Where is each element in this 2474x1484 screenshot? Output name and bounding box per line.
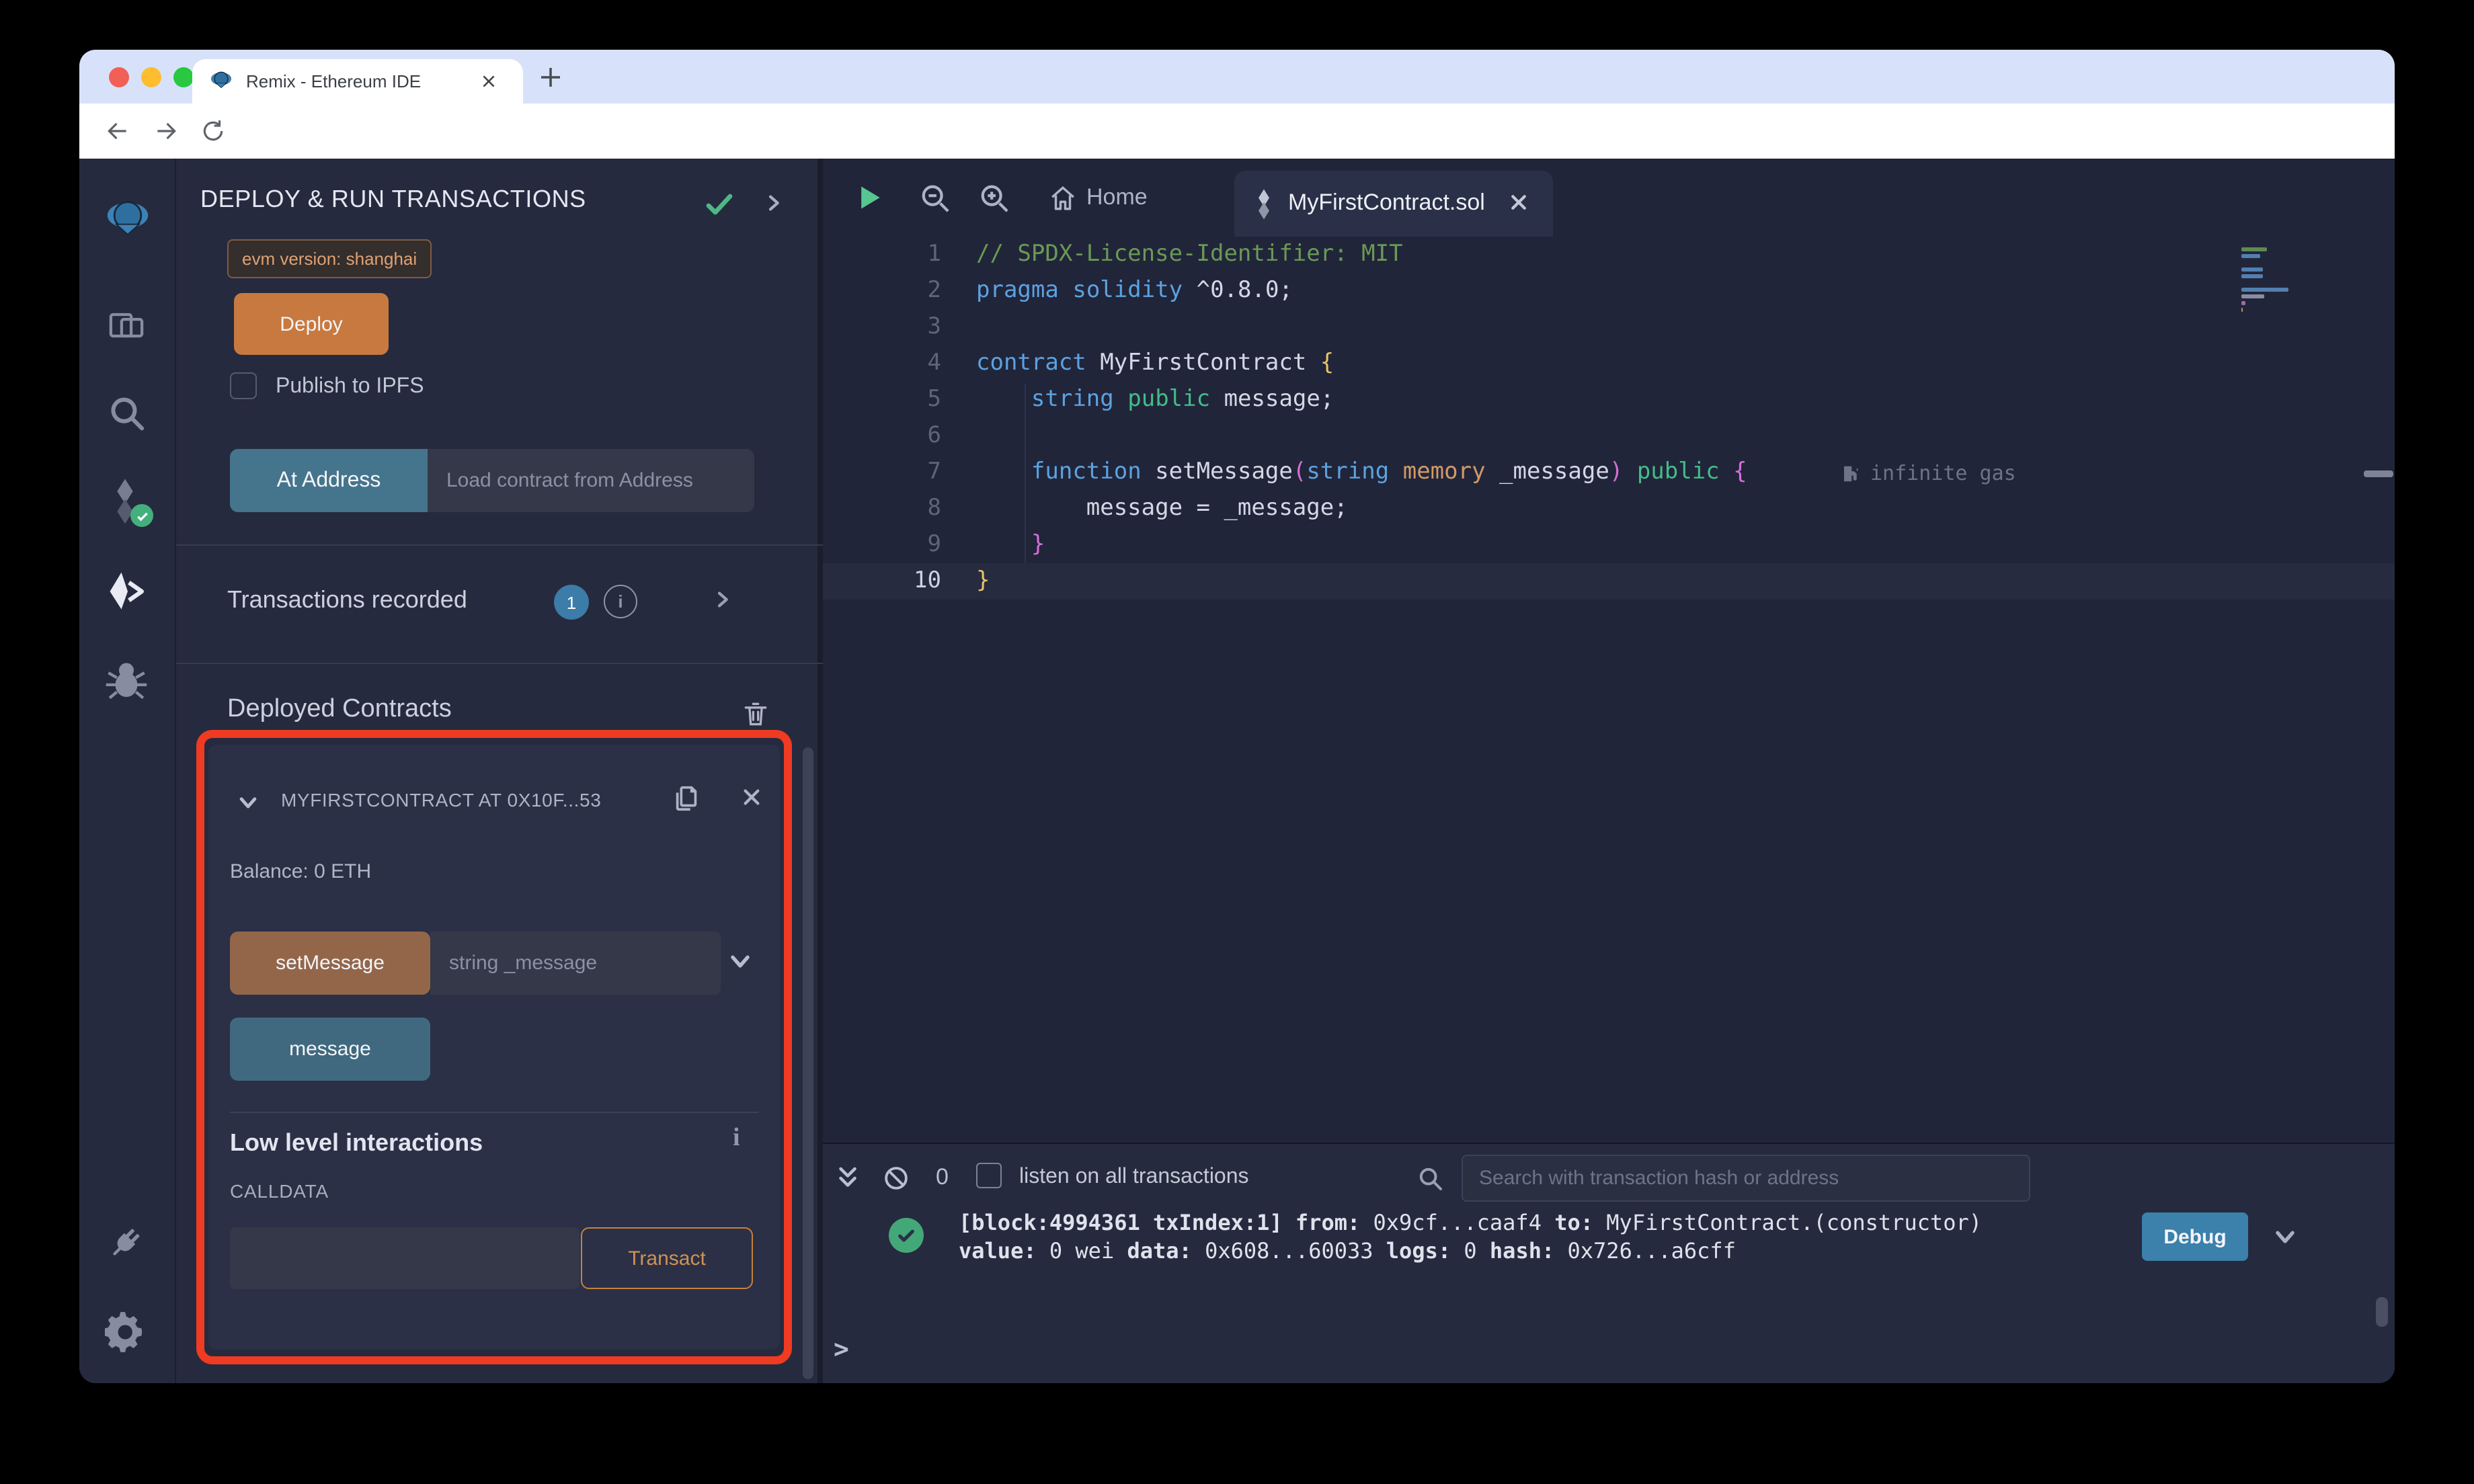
listen-all-label: listen on all transactions	[1019, 1165, 1249, 1188]
line-numbers: 1 2 3 4 5 6 7 8 9 10	[914, 241, 941, 594]
debug-button[interactable]: Debug	[2142, 1212, 2248, 1261]
transactions-count-badge: 1	[554, 585, 589, 620]
settings-gear-icon[interactable]	[105, 1311, 151, 1356]
search-plugin-icon[interactable]	[105, 393, 151, 438]
browser-tabstrip: Remix - Ethereum IDE	[79, 50, 2395, 104]
terminal-prompt[interactable]: >	[834, 1335, 849, 1364]
expand-args-chevron-icon[interactable]	[727, 948, 753, 973]
home-tab-label[interactable]: Home	[1086, 184, 1148, 211]
annotation-highlight-box: MYFIRSTCONTRACT AT 0X10F...53 Balance: 0…	[196, 730, 792, 1364]
terminal: 0 listen on all transactions [block:4994…	[823, 1143, 2395, 1383]
clear-console-icon[interactable]	[882, 1164, 910, 1192]
active-file-tab[interactable]: MyFirstContract.sol	[1234, 171, 1553, 237]
calldata-input[interactable]	[230, 1227, 580, 1289]
terminal-search-input[interactable]	[1462, 1155, 2030, 1202]
code-editor[interactable]: 1 2 3 4 5 6 7 8 9 10 // SPDX-License-Identifier: …	[823, 237, 2395, 1143]
deployed-contract-card: MYFIRSTCONTRACT AT 0X10F...53 Balance: 0…	[208, 745, 780, 1350]
transactions-info-icon[interactable]: i	[604, 585, 637, 618]
terminal-collapse-icon[interactable]	[834, 1164, 862, 1192]
panel-divider-2	[176, 663, 823, 664]
screen: Remix - Ethereum IDE DEPLOY & RUN TRANSA…	[0, 0, 2474, 1484]
tab-title: Remix - Ethereum IDE	[246, 71, 422, 91]
clear-contracts-trash-icon[interactable]	[741, 699, 770, 729]
editor-scrollbar-thumb[interactable]	[2364, 470, 2393, 477]
editor-column: Home MyFirstContract.sol 123456789 10 //…	[823, 159, 2395, 1383]
deploy-run-icon[interactable]	[105, 569, 151, 614]
remix-app: DEPLOY & RUN TRANSACTIONS evm version: s…	[79, 159, 2395, 1383]
gas-estimate-note: infinite gas	[1841, 461, 2016, 485]
copy-address-icon[interactable]	[671, 782, 702, 813]
pending-tx-count: 0	[936, 1164, 949, 1190]
tab-close-icon[interactable]	[480, 73, 497, 90]
gas-pump-icon	[1844, 465, 1859, 481]
debugger-icon[interactable]	[105, 657, 151, 703]
panel-scrollbar[interactable]	[803, 747, 813, 1379]
plugin-manager-icon[interactable]	[105, 1221, 151, 1266]
editor-tabbar: Home MyFirstContract.sol	[823, 159, 2395, 237]
terminal-search-icon	[1417, 1165, 1444, 1192]
browser-window: Remix - Ethereum IDE DEPLOY & RUN TRANSA…	[79, 50, 2395, 1383]
tx-success-check-icon	[889, 1218, 924, 1253]
transact-button[interactable]: Transact	[581, 1227, 753, 1289]
compiled-check-icon	[130, 504, 153, 527]
contract-collapse-chevron-icon[interactable]	[237, 790, 260, 813]
traffic-close-button[interactable]	[109, 67, 129, 87]
evm-version-badge: evm version: shanghai	[227, 239, 432, 278]
remove-contract-icon[interactable]	[741, 786, 762, 808]
panel-divider	[176, 544, 823, 546]
file-explorer-icon[interactable]	[105, 304, 151, 349]
set-message-input[interactable]	[430, 932, 721, 995]
new-tab-button[interactable]	[536, 63, 565, 91]
card-divider	[230, 1112, 758, 1113]
message-getter-button[interactable]: message	[230, 1018, 430, 1081]
low-level-info-icon[interactable]: i	[733, 1124, 740, 1153]
reload-icon[interactable]	[200, 118, 226, 144]
back-icon[interactable]	[105, 118, 130, 144]
browser-toolbar: remix.ethereum.org/#lang=en&optimize=fal…	[79, 104, 2395, 207]
at-address-button[interactable]: At Address	[230, 449, 428, 512]
home-tab-icon[interactable]	[1049, 184, 1077, 212]
terminal-scrollbar-thumb[interactable]	[2376, 1297, 2388, 1327]
panel-title: DEPLOY & RUN TRANSACTIONS	[200, 186, 586, 212]
browser-tab[interactable]: Remix - Ethereum IDE	[192, 59, 523, 104]
deploy-run-panel: DEPLOY & RUN TRANSACTIONS evm version: s…	[176, 159, 823, 1383]
publish-ipfs-label: Publish to IPFS	[276, 375, 424, 398]
transactions-recorded-label: Transactions recorded	[227, 586, 467, 613]
tx-log-line-1[interactable]: [block:4994361 txIndex:1] from: 0x9cf...…	[959, 1208, 1995, 1237]
zoom-in-icon[interactable]	[979, 183, 1010, 214]
tx-log-line-2[interactable]: value: 0 wei data: 0x608...60033 logs: 0…	[959, 1237, 1736, 1265]
listen-all-checkbox[interactable]	[976, 1163, 1002, 1188]
deployed-contracts-label: Deployed Contracts	[227, 695, 452, 723]
contract-title[interactable]: MYFIRSTCONTRACT AT 0X10F...53	[281, 789, 633, 811]
remix-favicon	[210, 70, 233, 93]
transactions-chevron-icon[interactable]	[711, 589, 733, 610]
at-address-input[interactable]	[428, 449, 754, 512]
compile-success-check-icon	[703, 188, 735, 220]
log-expand-chevron-icon[interactable]	[2272, 1223, 2298, 1249]
zoom-out-icon[interactable]	[920, 183, 951, 214]
set-message-button[interactable]: setMessage	[230, 932, 430, 995]
deploy-button[interactable]: Deploy	[234, 293, 389, 355]
contract-balance: Balance: 0 ETH	[230, 860, 372, 883]
remix-icon-panel	[79, 159, 176, 1383]
forward-icon[interactable]	[153, 118, 179, 144]
file-tab-label: MyFirstContract.sol	[1288, 190, 1485, 215]
code-lines: // SPDX-License-Identifier: MIT pragma so…	[976, 241, 1747, 594]
traffic-zoom-button[interactable]	[173, 67, 194, 87]
low-level-title: Low level interactions	[230, 1129, 483, 1156]
panel-expand-chevron-icon[interactable]	[762, 192, 784, 214]
close-file-tab-icon[interactable]	[1509, 192, 1529, 212]
run-script-play-icon[interactable]	[855, 181, 885, 214]
solidity-file-icon	[1253, 188, 1275, 220]
solidity-compiler-icon[interactable]	[105, 476, 153, 527]
traffic-minimize-button[interactable]	[141, 67, 161, 87]
publish-ipfs-checkbox[interactable]	[230, 372, 257, 399]
remix-logo-icon[interactable]	[105, 198, 151, 243]
calldata-label: CALLDATA	[230, 1180, 329, 1202]
